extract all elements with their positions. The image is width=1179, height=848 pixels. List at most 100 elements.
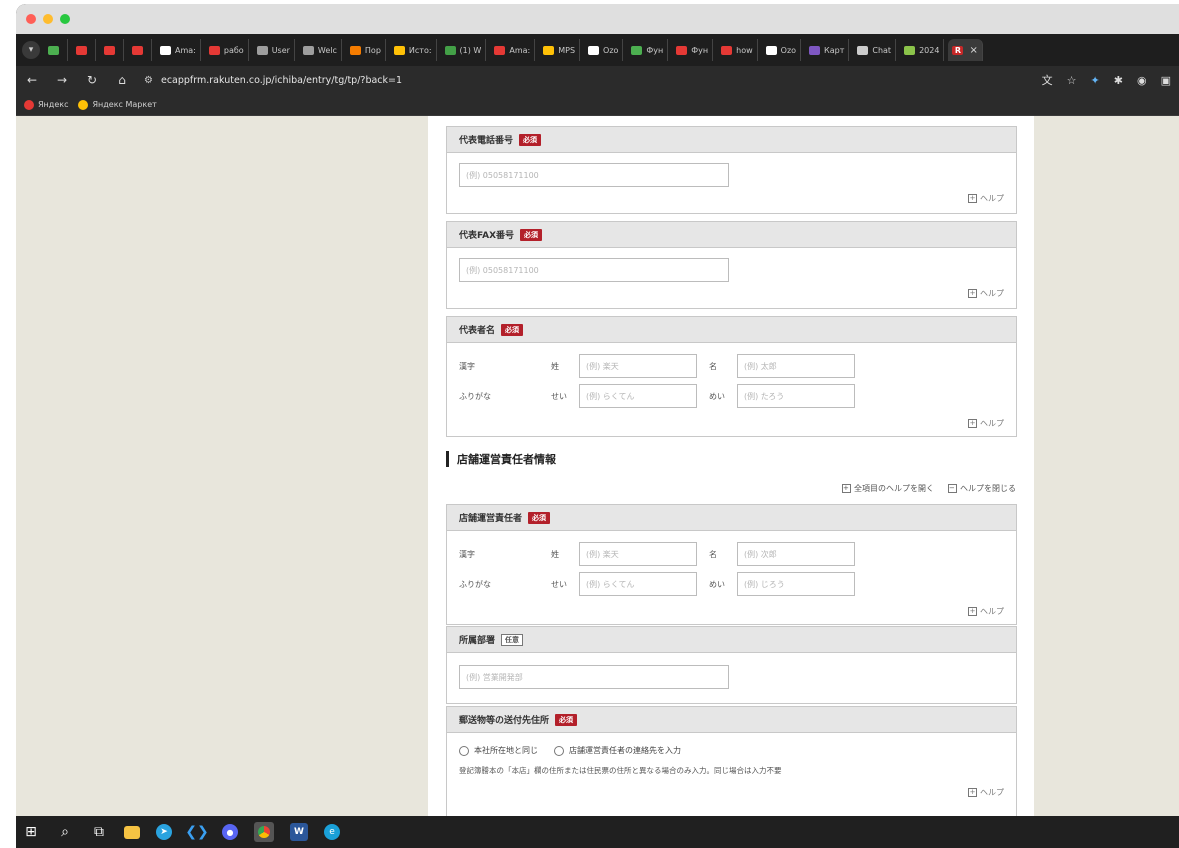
forward-button[interactable]: → xyxy=(54,73,70,87)
plus-icon: + xyxy=(842,484,851,493)
fax-body: (例) 05058171100 + ヘルプ xyxy=(447,248,1016,308)
phone-label: 代表電話番号 xyxy=(459,136,514,146)
profile-icon[interactable]: ▣ xyxy=(1161,74,1171,87)
browser-tab[interactable]: Фун xyxy=(672,39,714,61)
tab-favicon-icon xyxy=(494,45,506,55)
active-tab[interactable]: R × xyxy=(948,39,983,61)
browser-tab[interactable]: Ozo xyxy=(584,39,624,61)
browser-tab[interactable]: рабо xyxy=(205,39,249,61)
browser-tab[interactable]: 2024 xyxy=(900,39,945,61)
extension-icon[interactable]: ✦ xyxy=(1091,74,1100,87)
tab-favicon-icon xyxy=(132,45,143,55)
fax-help[interactable]: + ヘルプ xyxy=(968,288,1004,299)
manager-mei-kana-input[interactable]: (例) じろう xyxy=(737,572,855,596)
mailing-help[interactable]: + ヘルプ xyxy=(968,787,1004,798)
page-viewport[interactable]: 代表電話番号 必須 (例) 05058171100 + ヘルプ 代表FAX番号 必… xyxy=(16,116,1179,816)
tab-favicon-icon xyxy=(809,45,821,55)
address-bar[interactable]: ⚙ ecappfrm.rakuten.co.jp/ichiba/entry/tg… xyxy=(144,75,1028,86)
browser-tab[interactable]: (1) W xyxy=(441,39,487,61)
kana-label: ふりがな xyxy=(459,392,491,401)
browser-tab[interactable]: User xyxy=(253,39,295,61)
browser-tab[interactable]: how xyxy=(717,39,758,61)
representative-body: 漢字 姓 (例) 楽天 名 (例) 太郎 ふりがな せい (例) らくてん めい… xyxy=(447,343,1016,436)
telegram-icon[interactable]: ➤ xyxy=(156,824,172,840)
translate-icon[interactable]: 文 xyxy=(1042,72,1053,88)
browser-tab[interactable] xyxy=(128,39,152,61)
mailing-body: 本社所在地と同じ 店舗運営責任者の連絡先を入力 登記簿謄本の「本店」欄の住所また… xyxy=(447,733,1016,816)
tab-label: 2024 xyxy=(919,45,940,55)
browser-tab[interactable]: Welc xyxy=(299,39,342,61)
close-help-link[interactable]: − ヘルプを閉じる xyxy=(948,483,1016,494)
manager-sei-input[interactable]: (例) 楽天 xyxy=(579,542,697,566)
tab-favicon-icon xyxy=(160,45,171,55)
sei-label: 姓 xyxy=(551,550,559,559)
section-title: 店舗運営責任者情報 xyxy=(457,453,556,466)
extensions-puzzle-icon[interactable]: ✱ xyxy=(1114,74,1123,87)
department-header: 所属部署 任意 xyxy=(447,627,1016,653)
toolbar: ← → ↻ ⌂ ⚙ ecappfrm.rakuten.co.jp/ichiba/… xyxy=(16,66,1179,94)
fax-input[interactable]: (例) 05058171100 xyxy=(459,258,729,282)
windows-start-icon[interactable]: ⊞ xyxy=(22,823,40,841)
browser-tab[interactable]: Пор xyxy=(346,39,386,61)
representative-help[interactable]: + ヘルプ xyxy=(968,418,1004,429)
browser-tab[interactable] xyxy=(100,39,124,61)
sei-kana-label: せい xyxy=(551,580,567,589)
fax-header: 代表FAX番号 必須 xyxy=(447,222,1016,248)
file-explorer-icon[interactable] xyxy=(124,825,140,839)
back-button[interactable]: ← xyxy=(24,73,40,87)
tab-favicon-icon xyxy=(302,45,314,55)
discord-icon[interactable]: ● xyxy=(222,824,238,840)
edge-icon[interactable]: e xyxy=(324,824,340,840)
fax-section: 代表FAX番号 必須 (例) 05058171100 + ヘルプ xyxy=(446,221,1017,309)
bookmark-item[interactable]: Яндекс xyxy=(24,99,68,110)
open-all-help-link[interactable]: + 全項目のヘルプを開く xyxy=(842,483,934,494)
search-icon[interactable]: ⌕ xyxy=(56,823,74,841)
bookmark-star-icon[interactable]: ☆ xyxy=(1067,74,1077,87)
close-window-button[interactable] xyxy=(26,14,36,24)
mei-label: 名 xyxy=(709,550,717,559)
task-view-icon[interactable]: ⧉ xyxy=(90,823,108,841)
rep-sei-kana-input[interactable]: (例) らくてん xyxy=(579,384,697,408)
manager-mei-input[interactable]: (例) 次郎 xyxy=(737,542,855,566)
vscode-icon[interactable]: ❮❯ xyxy=(185,823,208,841)
rep-mei-input[interactable]: (例) 太郎 xyxy=(737,354,855,378)
browser-tab[interactable]: Карт xyxy=(805,39,850,61)
department-input[interactable]: (例) 営業開発部 xyxy=(459,665,729,689)
tab-favicon-icon xyxy=(393,45,405,55)
browser-tab[interactable] xyxy=(44,39,68,61)
radio-enter-manager-contact[interactable]: 店舗運営責任者の連絡先を入力 xyxy=(554,745,681,756)
manager-sei-kana-input[interactable]: (例) らくてん xyxy=(579,572,697,596)
manager-section: 店舗運営責任者 必須 漢字 姓 (例) 楽天 名 (例) 次郎 ふりがな せい … xyxy=(446,504,1017,625)
reload-button[interactable]: ↻ xyxy=(84,73,100,87)
tab-favicon-icon xyxy=(676,45,688,55)
browser-tab[interactable]: Исто: xyxy=(390,39,437,61)
browser-tab[interactable]: Ama: xyxy=(156,39,201,61)
rep-sei-input[interactable]: (例) 楽天 xyxy=(579,354,697,378)
word-icon[interactable]: W xyxy=(290,823,308,841)
browser-tab[interactable]: Ama: xyxy=(490,39,536,61)
browser-tab[interactable]: Фун xyxy=(627,39,669,61)
radio-same-as-hq[interactable]: 本社所在地と同じ xyxy=(459,745,538,756)
browser-tab[interactable] xyxy=(72,39,96,61)
record-icon[interactable]: ◉ xyxy=(1137,74,1147,87)
rep-mei-kana-input[interactable]: (例) たろう xyxy=(737,384,855,408)
browser-tab[interactable]: Ozo xyxy=(762,39,802,61)
plus-icon: + xyxy=(968,194,977,203)
chrome-icon[interactable] xyxy=(254,822,274,842)
phone-input[interactable]: (例) 05058171100 xyxy=(459,163,729,187)
maximize-window-button[interactable] xyxy=(60,14,70,24)
manager-help[interactable]: + ヘルプ xyxy=(968,606,1004,617)
site-settings-icon[interactable]: ⚙ xyxy=(144,75,153,86)
bookmark-item[interactable]: Яндекс Маркет xyxy=(78,99,157,110)
mailing-section: 郵送物等の送付先住所 必須 本社所在地と同じ 店舗運営責任者の連絡先を入力 登記… xyxy=(446,706,1017,816)
tab-close-icon[interactable]: × xyxy=(969,45,977,56)
open-all-label: 全項目のヘルプを開く xyxy=(854,484,934,493)
tab-label: User xyxy=(271,45,290,55)
phone-section: 代表電話番号 必須 (例) 05058171100 + ヘルプ xyxy=(446,126,1017,214)
minimize-window-button[interactable] xyxy=(43,14,53,24)
browser-tab[interactable]: MPS xyxy=(539,39,581,61)
phone-help[interactable]: + ヘルプ xyxy=(968,193,1004,204)
tab-search-icon[interactable]: ▾ xyxy=(22,41,40,59)
browser-tab[interactable]: Chat xyxy=(853,39,897,61)
home-button[interactable]: ⌂ xyxy=(114,73,130,87)
